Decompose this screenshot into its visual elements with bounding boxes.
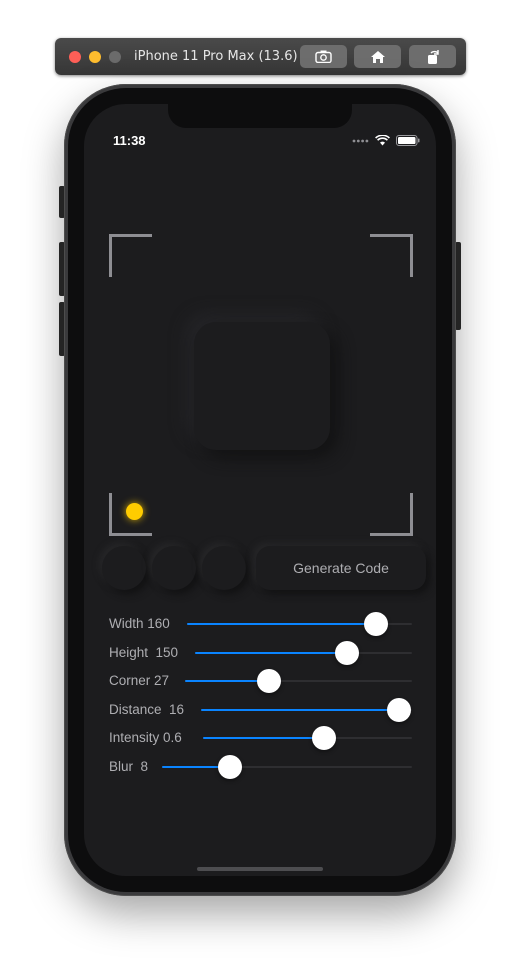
slider-fill bbox=[187, 623, 376, 625]
shape-option-button-1[interactable] bbox=[102, 546, 146, 590]
slider-track[interactable] bbox=[187, 612, 412, 636]
generate-code-button[interactable]: Generate Code bbox=[256, 546, 426, 590]
close-window-button[interactable] bbox=[69, 51, 81, 63]
slider-fill bbox=[195, 651, 347, 654]
slider-track[interactable] bbox=[203, 726, 412, 750]
home-indicator bbox=[197, 867, 323, 871]
light-source-handle[interactable] bbox=[126, 503, 143, 520]
simulator-title: iPhone 11 Pro Max (13.6) bbox=[134, 49, 298, 64]
neumorphic-preview-box bbox=[194, 322, 330, 450]
slider-track[interactable] bbox=[162, 754, 412, 779]
battery-icon bbox=[396, 135, 420, 146]
camera-icon bbox=[315, 50, 332, 63]
slider-label: Height 150 bbox=[109, 644, 179, 660]
slider-label: Distance 16 bbox=[109, 701, 185, 717]
slider-row-width: Width 160 bbox=[109, 612, 412, 636]
slider-label: Blur 8 bbox=[109, 758, 149, 774]
frame-corner-top-right bbox=[370, 234, 413, 277]
slider-track[interactable] bbox=[185, 669, 412, 693]
phone-screen: 11:38 Generate Code Width 160 Height 150… bbox=[84, 104, 436, 876]
slider-row-corner: Corner 27 bbox=[109, 669, 412, 693]
slider-row-blur: Blur 8 bbox=[109, 754, 412, 779]
slider-thumb[interactable] bbox=[364, 612, 388, 636]
home-icon bbox=[370, 50, 385, 63]
slider-row-intensity: Intensity 0.6 bbox=[109, 726, 412, 750]
slider-thumb[interactable] bbox=[312, 726, 337, 750]
slider-thumb[interactable] bbox=[256, 669, 281, 693]
slider-row-height: Height 150 bbox=[109, 640, 412, 665]
rotate-icon bbox=[427, 49, 439, 64]
wifi-icon bbox=[375, 135, 390, 146]
iphone-frame: 11:38 Generate Code Width 160 Height 150… bbox=[64, 84, 456, 896]
slider-thumb[interactable] bbox=[387, 697, 412, 722]
slider-label: Corner 27 bbox=[109, 673, 170, 688]
screenshot-button[interactable] bbox=[300, 45, 347, 68]
simulator-title-bar: iPhone 11 Pro Max (13.6) bbox=[55, 38, 466, 75]
slider-track[interactable] bbox=[195, 640, 412, 665]
shape-option-button-3[interactable] bbox=[202, 546, 246, 590]
slider-fill bbox=[201, 708, 400, 711]
slider-label: Width 160 bbox=[109, 616, 170, 631]
home-button[interactable] bbox=[354, 45, 401, 68]
cellular-signal-icon bbox=[352, 139, 369, 142]
slider-thumb[interactable] bbox=[217, 754, 242, 779]
slider-label: Intensity 0.6 bbox=[109, 730, 182, 745]
zoom-window-button[interactable] bbox=[109, 51, 121, 63]
slider-fill bbox=[203, 737, 325, 739]
status-time: 11:38 bbox=[113, 133, 146, 148]
shape-option-button-2[interactable] bbox=[152, 546, 196, 590]
minimize-window-button[interactable] bbox=[89, 51, 101, 63]
slider-track[interactable] bbox=[201, 697, 412, 722]
slider-thumb[interactable] bbox=[334, 640, 359, 665]
frame-corner-bottom-right bbox=[370, 493, 413, 536]
status-icons bbox=[352, 135, 420, 146]
slider-row-distance: Distance 16 bbox=[109, 697, 412, 722]
notch bbox=[168, 104, 352, 128]
frame-corner-top-left bbox=[109, 234, 152, 277]
rotate-button[interactable] bbox=[409, 45, 456, 68]
